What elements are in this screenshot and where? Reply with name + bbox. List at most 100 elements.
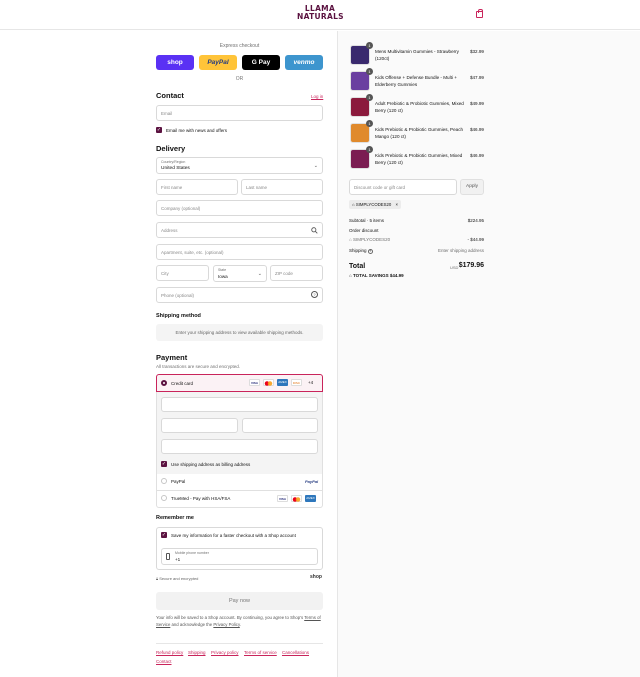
payment-subtitle: All transactions are secure and encrypte… [156, 364, 241, 369]
save-info-label: Save my information for a faster checkou… [171, 533, 296, 538]
search-icon [311, 227, 318, 234]
discount-code-value: SIMPLYCODES20 [352, 237, 391, 242]
billing-address-checkbox[interactable]: ✓ [161, 461, 167, 467]
shopping-bag-icon[interactable] [476, 9, 483, 18]
newsletter-checkbox[interactable]: ✓ [156, 127, 162, 133]
paypal-logo-icon: PayPal [305, 479, 319, 484]
lock-icon: 🔒︎ [156, 576, 159, 581]
chevron-down-icon: ⌄ [313, 163, 318, 169]
security-code-field[interactable] [242, 418, 318, 433]
phone-placeholder: Phone (optional) [161, 293, 195, 298]
company-placeholder: Company (optional) [161, 206, 201, 211]
venmo-button[interactable]: venmo [285, 55, 323, 70]
paypal-label: PayPal [171, 479, 186, 484]
privacy-link[interactable]: Privacy Policy [213, 622, 239, 627]
state-select[interactable]: State Iowa ⌄ [213, 265, 267, 282]
help-circle-icon[interactable]: ? [311, 291, 318, 298]
truemed-label: TrueMed - Pay with HSA/FSA [171, 496, 231, 501]
remember-me-heading: Remember me [156, 515, 194, 521]
amex-icon: AMEX [277, 379, 288, 386]
help-circle-icon[interactable]: ? [367, 249, 373, 254]
city-placeholder: City [161, 271, 169, 276]
mastercard-icon [263, 379, 274, 386]
footer-link-contact[interactable]: Contact [156, 659, 172, 664]
express-checkout-title: Express checkout [219, 43, 260, 49]
phone-icon [166, 553, 170, 560]
legal-and: and acknowledge the [171, 621, 213, 627]
login-link[interactable]: Log in [311, 94, 323, 99]
country-label: Country/Region [161, 160, 186, 164]
card-number-field[interactable] [161, 397, 318, 412]
pay-now-button[interactable]: Pay now [156, 592, 323, 610]
state-label: State [218, 268, 227, 272]
total-value: $179.96 [458, 262, 484, 269]
discover-icon: DISC [291, 379, 302, 386]
subtotal-label: Subtotal · 5 items [349, 218, 385, 223]
apartment-placeholder: Apartment, suite, etc. (optional) [161, 250, 224, 255]
total-savings-value: $44.99 [389, 273, 404, 278]
total-label: Total [349, 263, 366, 270]
product-price: $46.99 [469, 153, 484, 158]
shipping-line: Shipping ? [349, 248, 373, 254]
visa-icon: VISA [277, 495, 288, 502]
footer-link-terms[interactable]: Terms of service [244, 650, 277, 655]
footer-link-cancellations[interactable]: Cancellations [282, 650, 309, 655]
visa-icon: VISA [249, 379, 260, 386]
paypal-radio[interactable] [161, 478, 167, 484]
product-name: Kids Prebiotic & Probiotic Gummies, Peac… [375, 127, 464, 139]
google-pay-button[interactable]: G Pay [242, 55, 280, 70]
zip-field[interactable]: ZIP code [270, 265, 323, 281]
product-price: $32.99 [469, 49, 484, 54]
total-savings: ⌂ TOTAL SAVINGS $44.99 [349, 273, 404, 278]
first-name-field[interactable]: First name [156, 179, 238, 195]
mobile-value: +1 [175, 557, 181, 562]
payment-heading: Payment [156, 353, 188, 362]
mastercard-icon [291, 495, 302, 502]
company-field[interactable]: Company (optional) [156, 200, 323, 216]
city-field[interactable]: City [156, 265, 209, 281]
billing-address-label: Use shipping address as billing address [171, 462, 251, 467]
amex-icon: AMEX [305, 495, 316, 502]
footer-link-privacy[interactable]: Privacy policy [211, 650, 239, 655]
product-name: Kids Offense + Defense Bundle - Multi + … [375, 75, 457, 87]
expiration-field[interactable] [161, 418, 238, 433]
delivery-heading: Delivery [156, 144, 186, 153]
applied-code-label: SIMPLYCODES20 [355, 202, 392, 207]
save-info-checkbox[interactable]: ✓ [161, 532, 167, 538]
logo-line-2: NATURALS [297, 12, 344, 21]
shipping-method-box: Enter your shipping address to view avai… [156, 324, 323, 341]
footer-divider [156, 643, 323, 644]
discount-placeholder: Discount code or gift card [354, 185, 406, 190]
mobile-phone-field[interactable]: Mobile phone number +1 [161, 548, 318, 565]
truemed-radio[interactable] [161, 495, 167, 501]
order-discount-label: Order discount [349, 228, 379, 233]
country-select[interactable]: Country/Region United States ⌄ [156, 157, 323, 174]
discount-amount: - $44.99 [467, 237, 484, 242]
mobile-label: Mobile phone number [175, 551, 209, 555]
phone-field[interactable]: Phone (optional) ? [156, 287, 323, 303]
apply-discount-button[interactable]: Apply [460, 179, 484, 195]
legal-text: Your info will be saved to a Shop accoun… [156, 615, 323, 628]
shop-pay-button[interactable]: shop [156, 55, 194, 70]
close-icon[interactable]: × [396, 202, 399, 207]
name-on-card-field[interactable] [161, 439, 318, 454]
email-field[interactable]: Email [156, 105, 323, 121]
quantity-badge: 1 [366, 94, 373, 101]
contact-heading: Contact [156, 91, 184, 100]
discount-code-field[interactable]: Discount code or gift card [349, 179, 457, 195]
paypal-button[interactable]: PayPal [199, 55, 237, 70]
state-value: Iowa [218, 274, 228, 279]
brand-logo[interactable]: LLAMA NATURALS [297, 5, 344, 25]
credit-card-radio[interactable] [161, 380, 167, 386]
apartment-field[interactable]: Apartment, suite, etc. (optional) [156, 244, 323, 260]
address-field[interactable]: Address [156, 222, 323, 238]
credit-card-label: Credit card [171, 381, 194, 386]
footer-link-shipping[interactable]: Shipping [188, 650, 206, 655]
shipping-method-message: Enter your shipping address to view avai… [175, 330, 304, 335]
product-price: $47.99 [469, 75, 484, 80]
shipping-value: Enter shipping address [437, 248, 484, 253]
last-name-field[interactable]: Last name [241, 179, 323, 195]
last-name-placeholder: Last name [246, 185, 268, 190]
shipping-label: Shipping [349, 248, 367, 253]
footer-link-refund[interactable]: Refund policy [156, 650, 183, 655]
